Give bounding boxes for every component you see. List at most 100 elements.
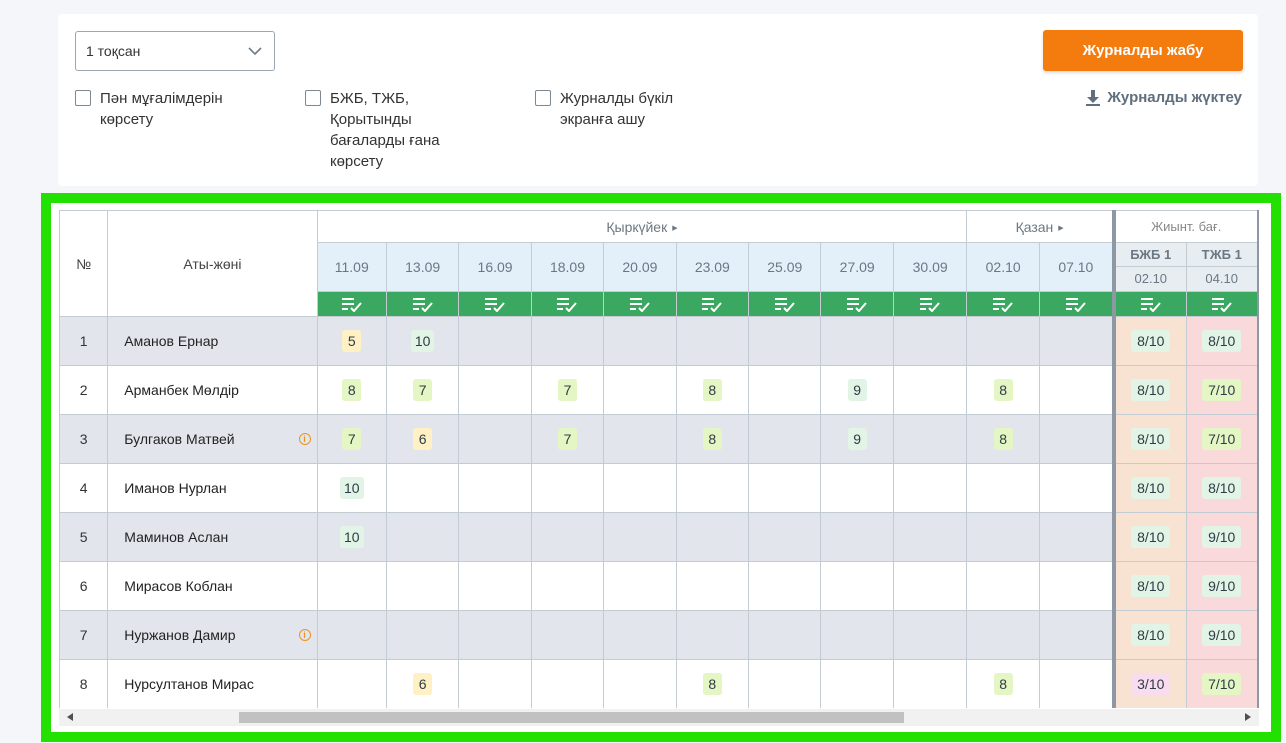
bjb-cell[interactable]: 8/10: [1111, 414, 1187, 464]
grade-cell[interactable]: [820, 463, 894, 513]
grade-cell[interactable]: [316, 561, 387, 611]
summary-col-header[interactable]: ТЖБ 1 04.10: [1185, 242, 1259, 292]
grade-cell[interactable]: [748, 659, 822, 708]
grade-cell[interactable]: [385, 610, 460, 660]
checkbox-box[interactable]: [535, 90, 551, 106]
grade-cell[interactable]: 7: [385, 365, 460, 415]
bjb-cell[interactable]: 8/10: [1111, 463, 1187, 513]
scroll-left-arrow-icon[interactable]: [67, 713, 73, 721]
student-name-cell[interactable]: Булгаков Матвей i: [107, 414, 318, 464]
grade-cell[interactable]: 9: [820, 414, 894, 464]
grade-list-button[interactable]: [603, 291, 677, 317]
grade-cell[interactable]: [603, 610, 677, 660]
grade-cell[interactable]: [603, 659, 677, 708]
grade-cell[interactable]: 10: [316, 512, 387, 562]
bjb-cell[interactable]: 8/10: [1111, 316, 1187, 366]
grade-cell[interactable]: [748, 414, 822, 464]
student-name-cell[interactable]: Мирасов Коблан: [107, 561, 318, 611]
grade-cell[interactable]: 7: [316, 414, 387, 464]
grade-cell[interactable]: [385, 463, 460, 513]
grade-cell[interactable]: [603, 561, 677, 611]
horizontal-scrollbar[interactable]: [59, 709, 1259, 726]
date-header[interactable]: 18.09: [530, 242, 605, 292]
grade-cell[interactable]: 10: [385, 316, 460, 366]
grade-cell[interactable]: [892, 463, 968, 513]
checkbox-box[interactable]: [305, 90, 321, 106]
tjb-cell[interactable]: 7/10: [1185, 414, 1259, 464]
grade-cell[interactable]: [966, 463, 1040, 513]
grade-cell[interactable]: [675, 316, 750, 366]
quarter-select[interactable]: 1 тоқсан: [75, 31, 275, 71]
grade-cell[interactable]: [603, 316, 677, 366]
date-header[interactable]: 16.09: [458, 242, 532, 292]
grade-list-button[interactable]: [675, 291, 750, 317]
grade-cell[interactable]: [675, 610, 750, 660]
scroll-thumb[interactable]: [239, 712, 904, 723]
grade-cell[interactable]: [530, 512, 605, 562]
grade-cell[interactable]: [458, 512, 532, 562]
tjb-cell[interactable]: 9/10: [1185, 561, 1259, 611]
grade-cell[interactable]: [1038, 316, 1115, 366]
grade-cell[interactable]: [1038, 561, 1115, 611]
date-header[interactable]: 27.09: [820, 242, 894, 292]
grade-list-button[interactable]: [530, 291, 605, 317]
grade-cell[interactable]: [1038, 659, 1115, 708]
grade-cell[interactable]: [748, 512, 822, 562]
grade-cell[interactable]: [748, 316, 822, 366]
grade-cell[interactable]: 8: [675, 414, 750, 464]
grade-list-button[interactable]: [385, 291, 460, 317]
grade-cell[interactable]: [603, 512, 677, 562]
grade-cell[interactable]: 6: [385, 659, 460, 708]
student-name-cell[interactable]: Нурсултанов Мирас: [107, 659, 318, 708]
grade-cell[interactable]: [748, 561, 822, 611]
grade-cell[interactable]: [530, 659, 605, 708]
grade-list-button[interactable]: [1111, 291, 1187, 317]
tjb-cell[interactable]: 8/10: [1185, 463, 1259, 513]
scroll-right-arrow-icon[interactable]: [1245, 713, 1251, 721]
grade-cell[interactable]: 10: [316, 463, 387, 513]
grade-list-button[interactable]: [458, 291, 532, 317]
info-icon[interactable]: i: [298, 629, 311, 641]
grade-cell[interactable]: [458, 463, 532, 513]
grade-cell[interactable]: [892, 610, 968, 660]
grade-cell[interactable]: 5: [316, 316, 387, 366]
tjb-cell[interactable]: 7/10: [1185, 365, 1259, 415]
student-name-cell[interactable]: Нуржанов Дамир i: [107, 610, 318, 660]
grade-cell[interactable]: [458, 316, 532, 366]
grade-cell[interactable]: [892, 512, 968, 562]
grade-cell[interactable]: 8: [675, 659, 750, 708]
grade-cell[interactable]: [675, 463, 750, 513]
grade-cell[interactable]: [1038, 610, 1115, 660]
date-header[interactable]: 02.10: [966, 242, 1040, 292]
grade-cell[interactable]: [966, 512, 1040, 562]
fullscreen-checkbox[interactable]: Журналды бүкіл экранға ашу: [535, 88, 673, 130]
grade-list-button[interactable]: [820, 291, 894, 317]
date-header[interactable]: 23.09: [675, 242, 750, 292]
grade-cell[interactable]: [1038, 414, 1115, 464]
grade-cell[interactable]: 8: [316, 365, 387, 415]
grade-cell[interactable]: [603, 365, 677, 415]
bjb-cell[interactable]: 8/10: [1111, 610, 1187, 660]
grade-cell[interactable]: [458, 659, 532, 708]
month-header-september[interactable]: Қыркүйек ▶: [316, 210, 968, 243]
grade-cell[interactable]: [458, 610, 532, 660]
grade-cell[interactable]: [458, 561, 532, 611]
grade-cell[interactable]: 7: [530, 414, 605, 464]
student-name-cell[interactable]: Маминов Аслан: [107, 512, 318, 562]
grade-list-button[interactable]: [1038, 291, 1115, 317]
grade-cell[interactable]: [820, 316, 894, 366]
grade-cell[interactable]: [748, 463, 822, 513]
grade-cell[interactable]: [966, 561, 1040, 611]
grade-cell[interactable]: [530, 463, 605, 513]
grade-cell[interactable]: [892, 365, 968, 415]
grade-cell[interactable]: [316, 610, 387, 660]
bjb-cell[interactable]: 8/10: [1111, 561, 1187, 611]
date-header[interactable]: 25.09: [748, 242, 822, 292]
grade-list-button[interactable]: [748, 291, 822, 317]
grade-cell[interactable]: 8: [966, 659, 1040, 708]
info-icon[interactable]: i: [298, 433, 311, 445]
grade-cell[interactable]: [892, 561, 968, 611]
grade-cell[interactable]: [530, 610, 605, 660]
grade-cell[interactable]: [603, 414, 677, 464]
tjb-cell[interactable]: 9/10: [1185, 610, 1259, 660]
